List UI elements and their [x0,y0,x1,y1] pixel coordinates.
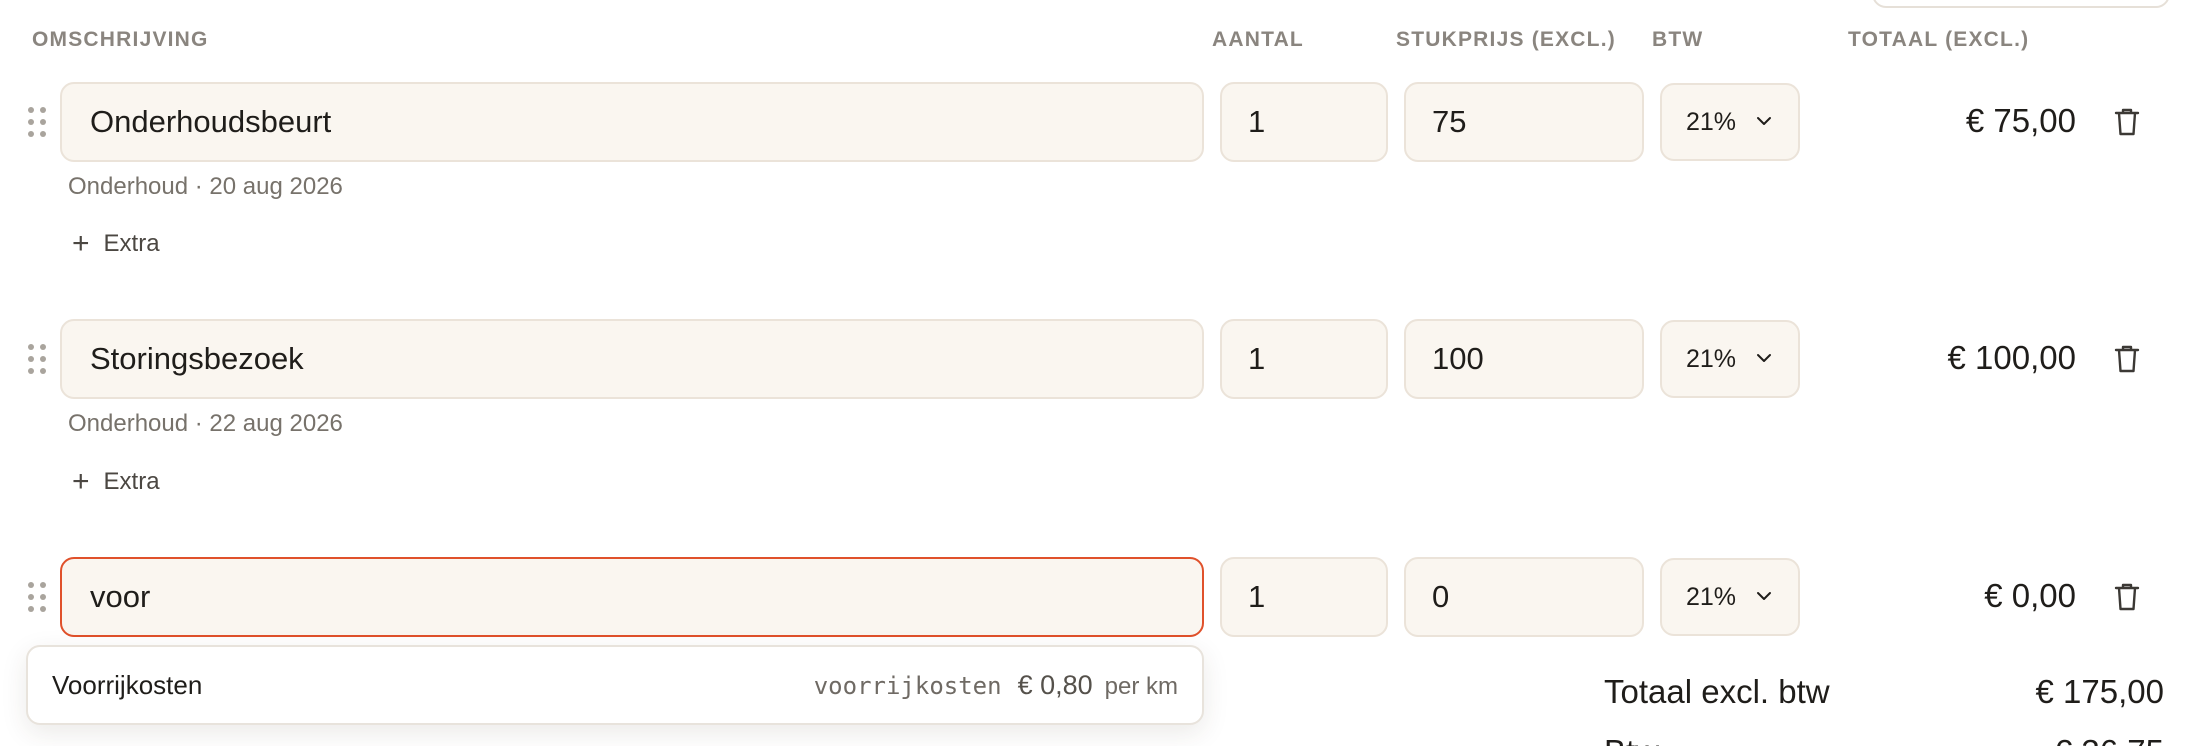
vat-value: 21% [1686,107,1737,136]
unit-price-field[interactable]: 100 [1404,319,1644,399]
plus-icon: + [72,465,90,498]
quantity-value: 1 [1248,579,1266,614]
description-value: Onderhoudsbeurt [90,104,332,139]
quantity-value: 1 [1248,104,1266,139]
unit-price-value: 0 [1432,579,1450,614]
suggestion-details: voorrijkosten € 0,80 per km [814,670,1178,701]
suggestion-name: Voorrijkosten [52,669,203,700]
line-total: € 100,00 [1947,339,2076,376]
description-input[interactable] [90,559,1202,635]
line-meta: Onderhoud · 22 aug 2026 [68,410,343,437]
subtotal-value: € 175,00 [2035,673,2164,710]
invoice-lines-editor: OMSCHRIJVING AANTAL STUKPRIJS (EXCL.) BT… [0,0,2188,746]
trash-icon[interactable] [2114,582,2140,612]
column-header-description: OMSCHRIJVING [32,28,209,51]
unit-price-field[interactable]: 0 [1404,557,1644,637]
quantity-field[interactable]: 1 [1220,557,1388,637]
add-extra-button[interactable]: + Extra [72,467,160,497]
description-field[interactable]: Onderhoudsbeurt [60,82,1204,162]
vat-total-label: Btw [1604,733,1659,746]
add-extra-button[interactable]: + Extra [72,229,160,259]
unit-price-field[interactable]: 75 [1404,82,1644,162]
drag-handle-icon[interactable] [28,107,46,137]
line-total: € 75,00 [1965,102,2076,139]
suggestion-price: € 0,80 [1017,669,1093,700]
drag-handle-icon[interactable] [28,344,46,374]
column-header-total: TOTAAL (EXCL.) [1848,28,2030,51]
line-total: € 0,00 [1984,577,2076,614]
quantity-field[interactable]: 1 [1220,82,1388,162]
unit-price-value: 100 [1432,341,1484,376]
column-header-vat: BTW [1652,28,1704,51]
add-extra-label: Extra [103,230,160,257]
subtotal-label: Totaal excl. btw [1604,673,1830,710]
suggestion-code: voorrijkosten [813,671,1002,700]
quantity-value: 1 [1248,341,1266,376]
autocomplete-suggestion[interactable]: Voorrijkosten voorrijkosten € 0,80 per k… [26,645,1204,725]
quantity-field[interactable]: 1 [1220,319,1388,399]
column-header-unit-price: STUKPRIJS (EXCL.) [1396,28,1616,51]
description-value: Storingsbezoek [90,341,304,376]
drag-handle-icon[interactable] [28,582,46,612]
chevron-down-icon [1757,117,1771,125]
column-header-quantity: AANTAL [1212,28,1304,51]
plus-icon: + [72,227,90,260]
line-meta: Onderhoud · 20 aug 2026 [68,173,343,200]
unit-price-value: 75 [1432,104,1467,139]
suggestion-unit: per km [1104,672,1178,700]
add-extra-label: Extra [103,468,160,495]
trash-icon[interactable] [2114,344,2140,374]
description-field[interactable]: Storingsbezoek [60,319,1204,399]
vat-value: 21% [1686,344,1737,373]
vat-value: 21% [1686,582,1737,611]
vat-total-value: € 36,75 [2054,733,2164,746]
top-control[interactable] [1872,0,2170,8]
chevron-down-icon [1757,354,1771,362]
description-field[interactable] [60,557,1204,637]
chevron-down-icon [1757,592,1771,600]
trash-icon[interactable] [2114,107,2140,137]
